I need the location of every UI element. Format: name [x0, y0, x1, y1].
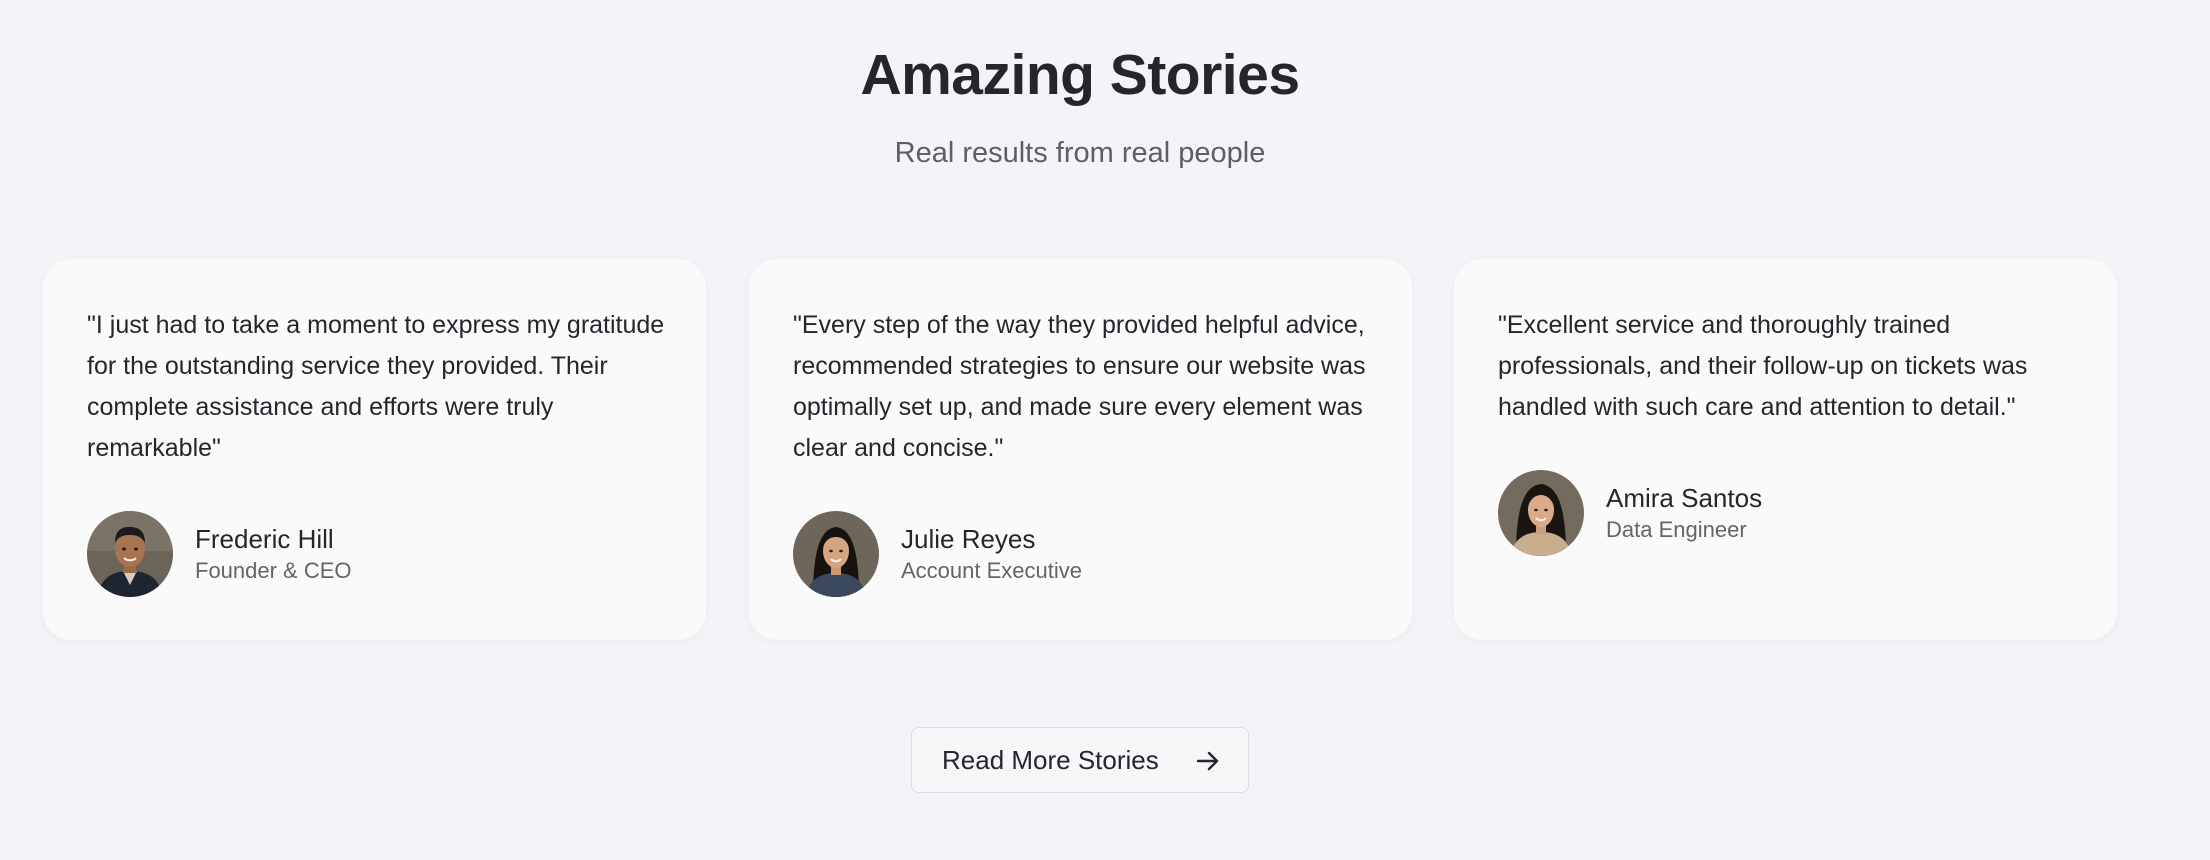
author-name: Frederic Hill: [195, 524, 334, 554]
woman-portrait-avatar: [1498, 470, 1584, 556]
testimonial-card: "Every step of the way they provided hel…: [749, 259, 1412, 640]
section-subtitle: Real results from real people: [894, 137, 1266, 169]
author-role: Founder & CEO: [195, 558, 352, 583]
read-more-stories-button[interactable]: Read More Stories: [911, 727, 1249, 793]
avatar: [87, 511, 173, 597]
section-title: Amazing Stories: [860, 43, 1300, 107]
arrow-right-icon: [1196, 751, 1219, 771]
testimonial-card: "Excellent service and thoroughly traine…: [1454, 259, 2117, 640]
author-role: Data Engineer: [1606, 517, 1747, 542]
man-portrait-avatar: [87, 511, 173, 597]
author-role: Account Executive: [901, 558, 1082, 583]
button-label: Read More Stories: [942, 744, 1159, 775]
avatar: [793, 511, 879, 597]
woman-portrait-avatar: [793, 511, 879, 597]
testimonials-section: Amazing Stories Real results from real p…: [0, 0, 2210, 860]
testimonial-quote: "I just had to take a moment to express …: [87, 311, 665, 462]
author-name: Julie Reyes: [901, 524, 1036, 554]
testimonial-author: Frederic Hill Founder & CEO: [87, 511, 352, 597]
testimonial-card: "I just had to take a moment to express …: [43, 259, 706, 640]
testimonial-cards: "I just had to take a moment to express …: [43, 259, 2118, 640]
avatar: [1498, 470, 1584, 556]
testimonial-author: Julie Reyes Account Executive: [793, 511, 1082, 597]
testimonial-author: Amira Santos Data Engineer: [1498, 470, 1762, 556]
testimonial-quote: "Excellent service and thoroughly traine…: [1498, 311, 2028, 421]
testimonial-quote: "Every step of the way they provided hel…: [793, 311, 1366, 462]
author-name: Amira Santos: [1606, 483, 1763, 513]
